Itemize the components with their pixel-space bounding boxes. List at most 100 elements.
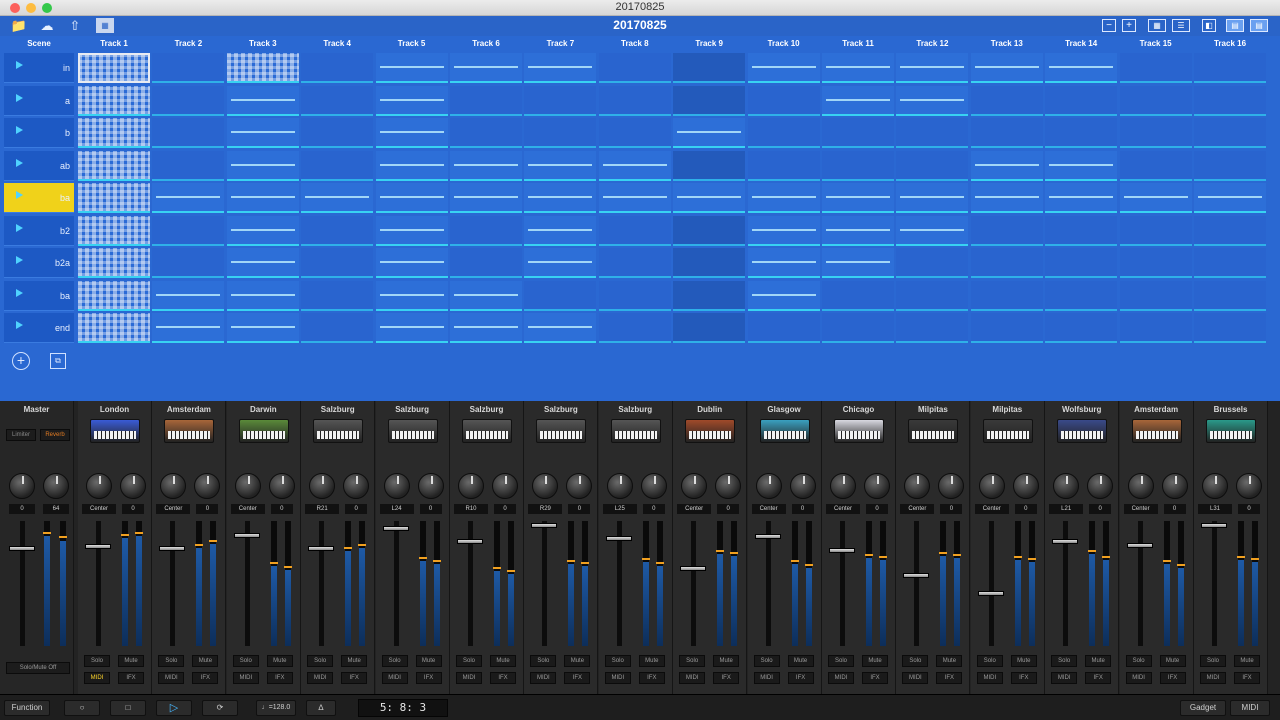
pan-knob[interactable] <box>458 473 484 499</box>
scene-row-4[interactable]: ab <box>4 150 74 181</box>
mute-button[interactable]: Mute <box>1159 655 1186 667</box>
clip-slot[interactable] <box>1194 53 1266 83</box>
clip-slot[interactable] <box>78 313 150 343</box>
clip-slot[interactable] <box>1119 248 1192 278</box>
send-knob[interactable] <box>268 473 295 499</box>
pan-knob[interactable] <box>160 473 187 499</box>
clip-slot[interactable] <box>970 183 1043 213</box>
gadget-thumbnail[interactable] <box>834 419 884 443</box>
clip-slot[interactable] <box>524 280 597 311</box>
master-knob-left[interactable] <box>9 473 35 499</box>
pan-knob[interactable] <box>309 473 336 499</box>
clip-slot[interactable] <box>747 183 820 213</box>
clip-slot[interactable] <box>673 248 746 278</box>
clip-slot[interactable] <box>1194 215 1266 246</box>
ifx-button[interactable]: IFX <box>341 672 368 684</box>
clip-slot[interactable] <box>450 85 522 116</box>
clip-slot[interactable] <box>896 118 969 148</box>
clip-slot[interactable] <box>524 118 597 148</box>
track-header-16[interactable]: Track 16 <box>1194 36 1266 52</box>
mute-button[interactable]: Mute <box>118 655 144 667</box>
clip-slot[interactable] <box>970 313 1043 343</box>
clip-slot[interactable] <box>970 118 1043 148</box>
ifx-button[interactable]: IFX <box>936 672 963 684</box>
send-knob[interactable] <box>938 473 965 499</box>
clip-slot[interactable] <box>78 280 150 311</box>
add-scene-button[interactable]: + <box>12 352 30 370</box>
clip-slot[interactable] <box>673 85 746 116</box>
clip-slot[interactable] <box>226 150 299 181</box>
scene-play-icon[interactable] <box>16 126 23 134</box>
clip-slot[interactable] <box>524 53 597 83</box>
mute-button[interactable]: Mute <box>192 655 219 667</box>
clip-slot[interactable] <box>1045 215 1118 246</box>
mute-button[interactable]: Mute <box>266 655 293 667</box>
record-button[interactable]: ○ <box>64 700 100 716</box>
clip-slot[interactable] <box>1045 248 1118 278</box>
clip-slot[interactable] <box>301 85 374 116</box>
gadget-thumbnail[interactable] <box>238 419 289 443</box>
stop-button[interactable]: □ <box>110 700 146 716</box>
clip-slot[interactable] <box>524 248 597 278</box>
ifx-button[interactable]: IFX <box>266 672 293 684</box>
clip-slot[interactable] <box>673 53 746 83</box>
mute-button[interactable]: Mute <box>341 655 368 667</box>
clip-slot[interactable] <box>375 118 448 148</box>
clip-slot[interactable] <box>450 280 522 311</box>
clip-slot[interactable] <box>1119 118 1192 148</box>
scene-play-icon[interactable] <box>16 223 23 232</box>
loop-button[interactable]: ⟳ <box>202 700 238 716</box>
clip-slot[interactable] <box>822 280 894 311</box>
tempo-display[interactable]: ♩=128.0 <box>256 700 296 716</box>
pan-knob[interactable] <box>1053 473 1080 499</box>
clip-slot[interactable] <box>152 248 225 278</box>
gadget-thumbnail[interactable] <box>759 419 810 443</box>
midi-button[interactable]: MIDI <box>1051 672 1078 684</box>
clip-slot[interactable] <box>78 118 150 148</box>
scene-play-icon[interactable] <box>16 256 23 264</box>
solo-button[interactable]: Solo <box>307 655 334 667</box>
midi-button[interactable]: MIDI <box>604 672 631 684</box>
midi-button[interactable]: MIDI <box>456 672 482 684</box>
clip-slot[interactable] <box>375 280 448 311</box>
clip-slot[interactable] <box>822 53 894 83</box>
view-session-button[interactable]: ▤ <box>1226 19 1244 32</box>
clip-slot[interactable] <box>1194 85 1266 116</box>
track-header-7[interactable]: Track 7 <box>524 36 596 52</box>
volume-fader[interactable] <box>605 536 632 541</box>
clip-slot[interactable] <box>598 248 671 278</box>
track-header-10[interactable]: Track 10 <box>748 36 820 52</box>
clip-slot[interactable] <box>1119 150 1192 181</box>
solo-button[interactable]: Solo <box>976 655 1003 667</box>
clip-slot[interactable] <box>450 215 522 246</box>
volume-fader[interactable] <box>382 526 409 531</box>
clip-slot[interactable] <box>78 85 150 116</box>
clip-slot[interactable] <box>598 183 671 213</box>
mute-button[interactable]: Mute <box>638 655 665 667</box>
track-header-8[interactable]: Track 8 <box>599 36 671 52</box>
mute-button[interactable]: Mute <box>713 655 740 667</box>
clip-slot[interactable] <box>152 85 225 116</box>
clip-slot[interactable] <box>226 183 299 213</box>
pan-knob[interactable] <box>86 473 112 499</box>
send-knob[interactable] <box>566 473 593 499</box>
volume-fader[interactable] <box>754 534 781 539</box>
clip-slot[interactable] <box>1045 313 1118 343</box>
clip-slot[interactable] <box>1045 280 1118 311</box>
clip-slot[interactable] <box>822 183 894 213</box>
limiter-button[interactable]: Limiter <box>6 429 36 441</box>
clip-slot[interactable] <box>598 85 671 116</box>
clip-slot[interactable] <box>896 313 969 343</box>
gadget-thumbnail[interactable] <box>313 419 364 443</box>
ifx-button[interactable]: IFX <box>118 672 144 684</box>
clip-slot[interactable] <box>226 85 299 116</box>
midi-button[interactable]: MIDI <box>1230 700 1270 716</box>
clip-slot[interactable] <box>673 150 746 181</box>
function-button[interactable]: Function <box>4 700 50 716</box>
scene-row-9[interactable]: end <box>4 313 74 343</box>
clip-slot[interactable] <box>1119 215 1192 246</box>
clip-slot[interactable] <box>747 313 820 343</box>
gadget-thumbnail[interactable] <box>610 419 661 443</box>
midi-button[interactable]: MIDI <box>84 672 110 684</box>
clip-slot[interactable] <box>1194 183 1266 213</box>
